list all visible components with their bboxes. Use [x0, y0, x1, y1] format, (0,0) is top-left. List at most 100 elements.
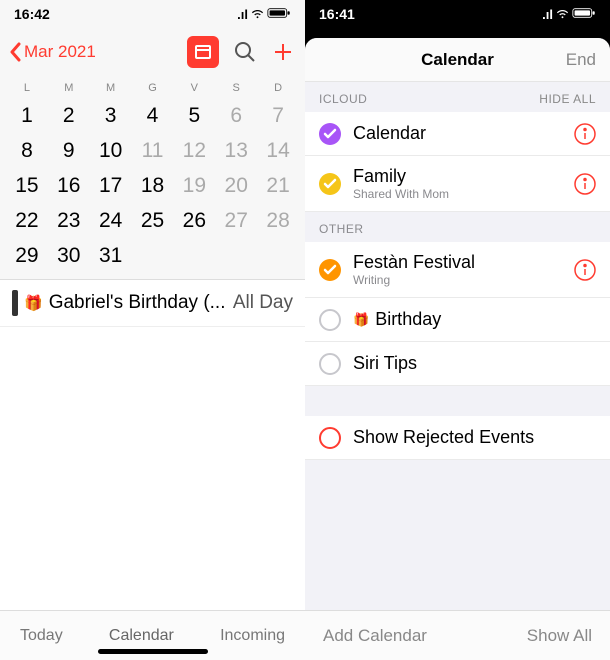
checkbox-icon[interactable]: [319, 173, 341, 195]
day-cell[interactable]: 20: [215, 168, 257, 203]
calendars-button[interactable]: Calendar: [109, 627, 174, 645]
calendar-name: 🎁Birthday: [353, 309, 596, 330]
weekday-label: G: [132, 82, 174, 94]
add-calendar-button[interactable]: Add Calendar: [323, 626, 427, 646]
day-cell[interactable]: 4: [132, 98, 174, 133]
day-cell[interactable]: 27: [215, 203, 257, 238]
search-button[interactable]: [233, 40, 257, 64]
icloud-calendar-list: Calendar FamilyShared With Mom: [305, 112, 610, 212]
chevron-left-icon: [10, 42, 22, 62]
calendar-name: Calendar: [353, 123, 562, 144]
day-cell[interactable]: 10: [90, 133, 132, 168]
calendar-row[interactable]: Calendar: [305, 112, 610, 156]
day-cell: [173, 238, 215, 273]
day-cell[interactable]: 12: [173, 133, 215, 168]
weekday-label: S: [215, 82, 257, 94]
event-time: All Day: [233, 292, 293, 314]
day-cell: [215, 238, 257, 273]
checkbox-icon[interactable]: [319, 309, 341, 331]
sheet-toolbar: Add Calendar Show All: [305, 610, 610, 660]
status-icons: .ıl: [542, 5, 596, 23]
day-cell: [257, 238, 299, 273]
info-icon[interactable]: [574, 173, 596, 195]
weekday-label: D: [257, 82, 299, 94]
weekday-label: L: [6, 82, 48, 94]
today-button[interactable]: Today: [20, 627, 63, 645]
show-all-button[interactable]: Show All: [527, 626, 592, 646]
day-cell[interactable]: 25: [132, 203, 174, 238]
day-cell[interactable]: 24: [90, 203, 132, 238]
day-cell[interactable]: 5: [173, 98, 215, 133]
event-list: 🎁 Gabriel's Birthday (... All Day: [0, 279, 305, 610]
day-cell[interactable]: 28: [257, 203, 299, 238]
day-cell[interactable]: 16: [48, 168, 90, 203]
gift-icon: 🎁: [24, 294, 43, 312]
signal-icon: .ıl: [237, 7, 248, 22]
day-cell[interactable]: 1: [6, 98, 48, 133]
checkbox-icon[interactable]: [319, 427, 341, 449]
incoming-button[interactable]: Incoming: [220, 627, 285, 645]
calendar-row[interactable]: FamilyShared With Mom: [305, 156, 610, 212]
weekday-label: M: [48, 82, 90, 94]
day-cell[interactable]: 31: [90, 238, 132, 273]
day-cell[interactable]: 11: [132, 133, 174, 168]
home-indicator[interactable]: [98, 649, 208, 654]
day-cell[interactable]: 8: [6, 133, 48, 168]
day-cell: [132, 238, 174, 273]
day-cell[interactable]: 29: [6, 238, 48, 273]
checkbox-icon[interactable]: [319, 259, 341, 281]
checkbox-icon[interactable]: [319, 123, 341, 145]
calendar-name: Family: [353, 166, 562, 187]
status-time: 16:41: [319, 6, 355, 22]
day-cell[interactable]: 9: [48, 133, 90, 168]
weekday-label: M: [90, 82, 132, 94]
day-cell[interactable]: 6: [215, 98, 257, 133]
add-button[interactable]: [271, 40, 295, 64]
day-cell[interactable]: 30: [48, 238, 90, 273]
calendar-subtitle: Shared With Mom: [353, 187, 562, 201]
day-cell[interactable]: 26: [173, 203, 215, 238]
day-cell[interactable]: 17: [90, 168, 132, 203]
calendar-row[interactable]: Siri Tips: [305, 342, 610, 386]
calendar-row[interactable]: Festàn FestivalWriting: [305, 242, 610, 298]
calendar-name: Festàn Festival: [353, 252, 562, 273]
done-button[interactable]: End: [566, 50, 596, 70]
info-icon[interactable]: [574, 123, 596, 145]
day-cell[interactable]: 15: [6, 168, 48, 203]
day-cell[interactable]: 2: [48, 98, 90, 133]
wifi-icon: [555, 5, 570, 23]
status-bar: 16:41 .ıl: [305, 0, 610, 28]
event-row[interactable]: 🎁 Gabriel's Birthday (... All Day: [0, 280, 305, 327]
view-mode-button[interactable]: [187, 36, 219, 68]
day-cell[interactable]: 19: [173, 168, 215, 203]
day-cell[interactable]: 21: [257, 168, 299, 203]
section-label: OTHER: [319, 222, 364, 236]
info-icon[interactable]: [574, 259, 596, 281]
battery-icon: [267, 7, 291, 22]
day-cell[interactable]: 7: [257, 98, 299, 133]
rejected-section: Show Rejected Events: [305, 416, 610, 460]
show-rejected-row[interactable]: Show Rejected Events: [305, 416, 610, 460]
sheet-title: Calendar: [421, 50, 494, 70]
day-cell[interactable]: 18: [132, 168, 174, 203]
day-cell[interactable]: 13: [215, 133, 257, 168]
day-cell[interactable]: 3: [90, 98, 132, 133]
calendar-row[interactable]: 🎁Birthday: [305, 298, 610, 342]
day-cell[interactable]: 22: [6, 203, 48, 238]
checkbox-icon[interactable]: [319, 353, 341, 375]
signal-icon: .ıl: [542, 7, 553, 22]
month-grid: 1234567891011121314151617181920212223242…: [0, 98, 305, 273]
battery-icon: [572, 7, 596, 22]
status-icons: .ıl: [237, 5, 291, 23]
status-time: 16:42: [14, 6, 50, 22]
section-label: ICLOUD: [319, 92, 367, 106]
day-cell[interactable]: 14: [257, 133, 299, 168]
sheet-header: Calendar End: [305, 38, 610, 82]
day-cell[interactable]: 23: [48, 203, 90, 238]
back-button[interactable]: Mar 2021: [10, 42, 96, 62]
hide-all-button[interactable]: HIDE ALL: [539, 92, 596, 106]
other-calendar-list: Festàn FestivalWriting 🎁Birthday Siri Tips: [305, 242, 610, 386]
event-marker: [12, 290, 18, 316]
calendar-name: Siri Tips: [353, 353, 596, 374]
calendar-subtitle: Writing: [353, 273, 562, 287]
